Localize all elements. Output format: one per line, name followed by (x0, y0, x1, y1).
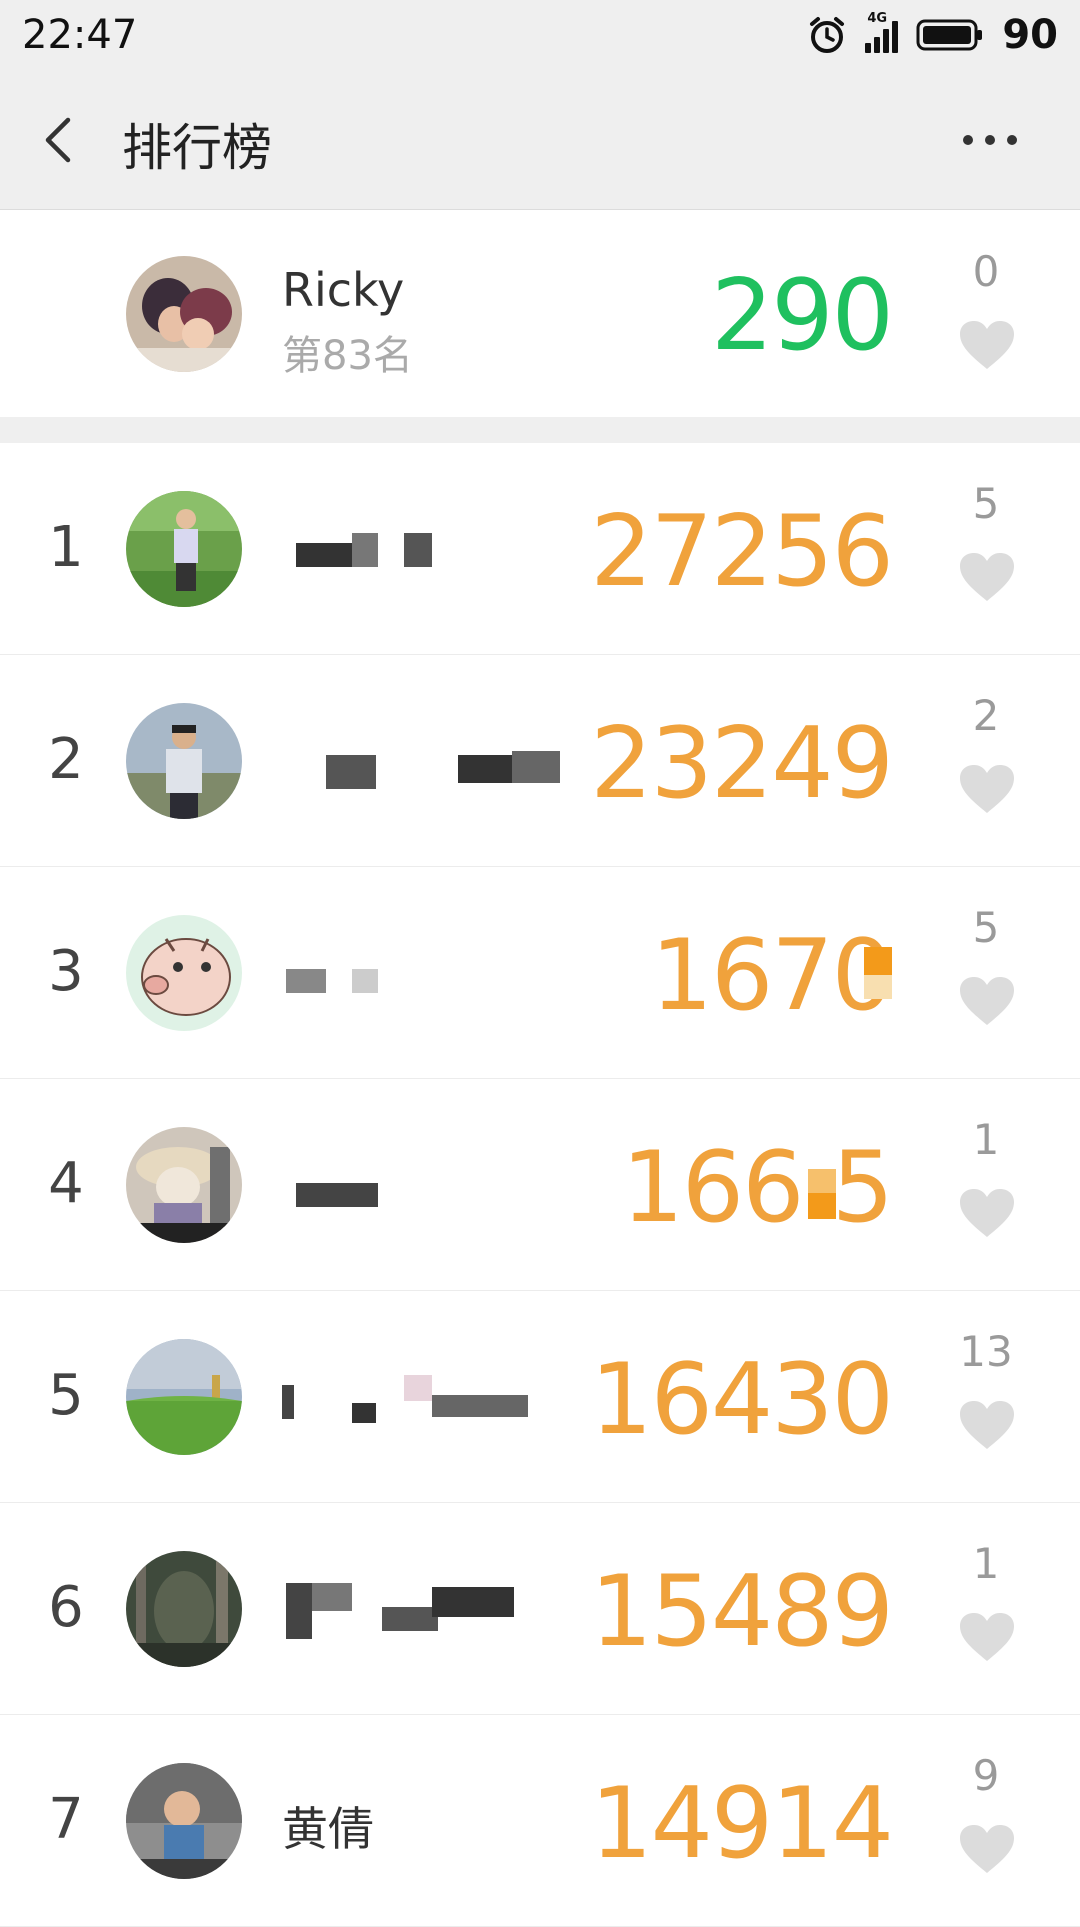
redacted-name (432, 1587, 514, 1617)
redacted-name (286, 1583, 312, 1639)
my-score: 290 (710, 259, 894, 373)
ranking-list: 1 27256 5 2 23249 2 3 1670 5 4 166 5 1 5… (0, 443, 1080, 1927)
like-count: 5 (972, 479, 1000, 528)
ranking-row[interactable]: 2 23249 2 (0, 655, 1080, 867)
heart-icon[interactable] (958, 975, 1016, 1027)
redacted-score (808, 1193, 836, 1219)
score: 23249 (590, 707, 894, 821)
status-bar: 22:47 4G 90 (0, 0, 1080, 70)
redacted-score (864, 947, 892, 975)
score: 16430 (590, 1343, 894, 1457)
ranking-row[interactable]: 7 黄倩 14914 9 (0, 1715, 1080, 1927)
heart-icon[interactable] (958, 1187, 1016, 1239)
like-count: 1 (972, 1115, 1000, 1164)
like-count: 9 (972, 1751, 1000, 1800)
redacted-name (458, 755, 512, 783)
redacted-name (432, 1395, 528, 1417)
app-header: 排行榜 (0, 70, 1080, 210)
redacted-name (326, 755, 376, 789)
score: 27256 (590, 495, 894, 609)
more-button[interactable] (960, 130, 1020, 150)
like-count: 0 (972, 247, 1000, 296)
ranking-row[interactable]: 5 16430 13 (0, 1291, 1080, 1503)
user-name: 黄倩 (282, 1802, 374, 1856)
back-button[interactable] (34, 112, 90, 168)
my-name: Ricky (282, 263, 405, 317)
redacted-name (282, 1385, 294, 1419)
page-title: 排行榜 (122, 119, 272, 177)
avatar[interactable] (126, 915, 242, 1031)
avatar[interactable] (126, 1339, 242, 1455)
like-count: 2 (972, 691, 1000, 740)
my-rank-row[interactable]: Ricky 第83名 290 0 (0, 211, 1080, 417)
redacted-score (808, 1169, 836, 1193)
status-icons: 4G 90 (807, 11, 1058, 58)
ranking-row[interactable]: 6 15489 1 (0, 1503, 1080, 1715)
redacted-name (382, 1607, 438, 1631)
alarm-icon (810, 17, 845, 53)
rank-number: 5 (48, 1363, 84, 1428)
section-divider (0, 417, 1080, 443)
signal-icon: 4G (865, 11, 899, 53)
heart-icon[interactable] (958, 763, 1016, 815)
heart-icon[interactable] (958, 1823, 1016, 1875)
redacted-name (286, 969, 326, 993)
avatar[interactable] (126, 491, 242, 607)
score: 166 5 (621, 1131, 894, 1245)
rank-number: 1 (48, 515, 84, 580)
redacted-name (352, 969, 378, 993)
avatar[interactable] (126, 1551, 242, 1667)
chevron-left-icon (45, 117, 71, 163)
rank-number: 7 (48, 1787, 84, 1852)
rank-number: 6 (48, 1575, 84, 1640)
avatar[interactable] (126, 1127, 242, 1243)
avatar[interactable] (126, 256, 242, 372)
redacted-name (296, 1183, 378, 1207)
heart-icon[interactable] (958, 1399, 1016, 1451)
heart-icon[interactable] (958, 319, 1016, 371)
battery-icon (916, 19, 983, 51)
status-time: 22:47 (22, 12, 138, 58)
redacted-score (864, 975, 892, 999)
network-type: 4G (867, 11, 888, 26)
like-count: 13 (959, 1327, 1013, 1376)
heart-icon[interactable] (958, 1611, 1016, 1663)
more-dots-icon (963, 135, 1017, 145)
like-count: 5 (972, 903, 1000, 952)
redacted-name (404, 1375, 432, 1401)
redacted-name (512, 751, 560, 783)
avatar[interactable] (126, 1763, 242, 1879)
rank-number: 4 (48, 1151, 84, 1216)
redacted-name (312, 1583, 352, 1611)
ranking-row[interactable]: 1 27256 5 (0, 443, 1080, 655)
ranking-row[interactable]: 4 166 5 1 (0, 1079, 1080, 1291)
redacted-name (404, 533, 432, 567)
ranking-row[interactable]: 3 1670 5 (0, 867, 1080, 1079)
redacted-name (352, 1403, 376, 1423)
avatar[interactable] (126, 703, 242, 819)
my-rank-text: 第83名 (282, 333, 413, 379)
heart-icon[interactable] (958, 551, 1016, 603)
redacted-name (352, 533, 378, 567)
rank-number: 3 (48, 939, 84, 1004)
like-count: 1 (972, 1539, 1000, 1588)
score: 14914 (590, 1767, 894, 1881)
score: 1670 (650, 919, 894, 1033)
rank-number: 2 (48, 727, 84, 792)
redacted-name (296, 543, 354, 567)
score: 15489 (590, 1555, 894, 1669)
battery-level: 90 (1002, 12, 1058, 58)
